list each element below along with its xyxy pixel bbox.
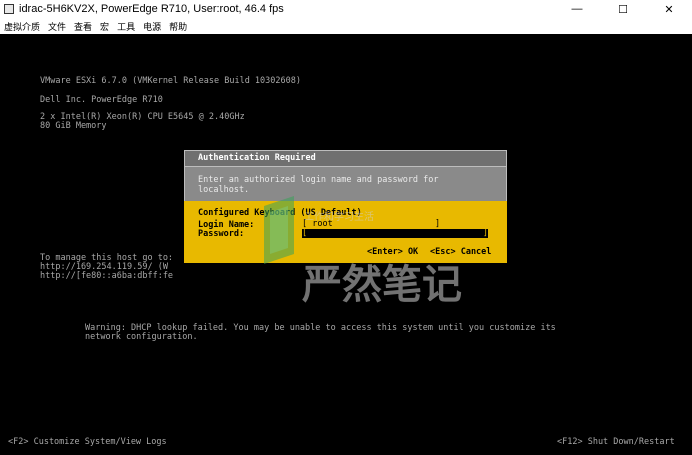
- authentication-dialog: Authentication Required Enter an authori…: [184, 150, 507, 263]
- menu-virtual-media[interactable]: 虚拟介质: [0, 20, 44, 33]
- password-field[interactable]: [ ]: [302, 229, 488, 238]
- memory-line: 80 GiB Memory: [40, 121, 107, 131]
- dialog-title: Authentication Required: [185, 151, 506, 167]
- minimize-button[interactable]: —: [554, 0, 600, 18]
- password-bracket-close: ]: [482, 228, 488, 238]
- cancel-button[interactable]: <Esc> Cancel: [430, 247, 491, 257]
- dhcp-warning-line-2: network configuration.: [85, 332, 198, 342]
- esxi-version-line: VMware ESXi 6.7.0 (VMKernel Release Buil…: [40, 76, 301, 86]
- window-controls: — ☐ ✕: [554, 0, 692, 18]
- menu-tools[interactable]: 工具: [113, 20, 139, 33]
- dialog-message-line-2: localhost.: [198, 185, 250, 195]
- password-label: Password:: [198, 229, 245, 239]
- menu-bar: 虚拟介质 文件 查看 宏 工具 电源 帮助: [0, 18, 692, 34]
- keyboard-layout-label: Configured Keyboard (US Default): [198, 208, 362, 218]
- app-icon: [4, 4, 14, 14]
- menu-file[interactable]: 文件: [44, 20, 70, 33]
- close-button[interactable]: ✕: [646, 0, 692, 18]
- maximize-button[interactable]: ☐: [600, 0, 646, 18]
- login-name-field[interactable]: [ root ]: [302, 220, 488, 229]
- hardware-vendor-line: Dell Inc. PowerEdge R710: [40, 95, 163, 105]
- window-title: idrac-5H6KV2X, PowerEdge R710, User:root…: [19, 3, 284, 15]
- manage-url-ipv6: http://[fe80::a6ba:dbff:fe: [40, 271, 174, 281]
- window-title-bar: idrac-5H6KV2X, PowerEdge R710, User:root…: [0, 0, 692, 18]
- menu-view[interactable]: 查看: [70, 20, 96, 33]
- menu-help[interactable]: 帮助: [165, 20, 191, 33]
- footer-customize-system[interactable]: <F2> Customize System/View Logs: [8, 437, 167, 447]
- ok-button[interactable]: <Enter> OK: [367, 247, 418, 257]
- password-bracket-open: [: [302, 228, 308, 238]
- menu-power[interactable]: 电源: [139, 20, 165, 33]
- dialog-message-line-1: Enter an authorized login name and passw…: [198, 175, 439, 185]
- footer-shutdown-restart[interactable]: <F12> Shut Down/Restart: [557, 437, 675, 447]
- dialog-input-panel: Configured Keyboard (US Default) Login N…: [184, 201, 507, 263]
- menu-macros[interactable]: 宏: [96, 20, 113, 33]
